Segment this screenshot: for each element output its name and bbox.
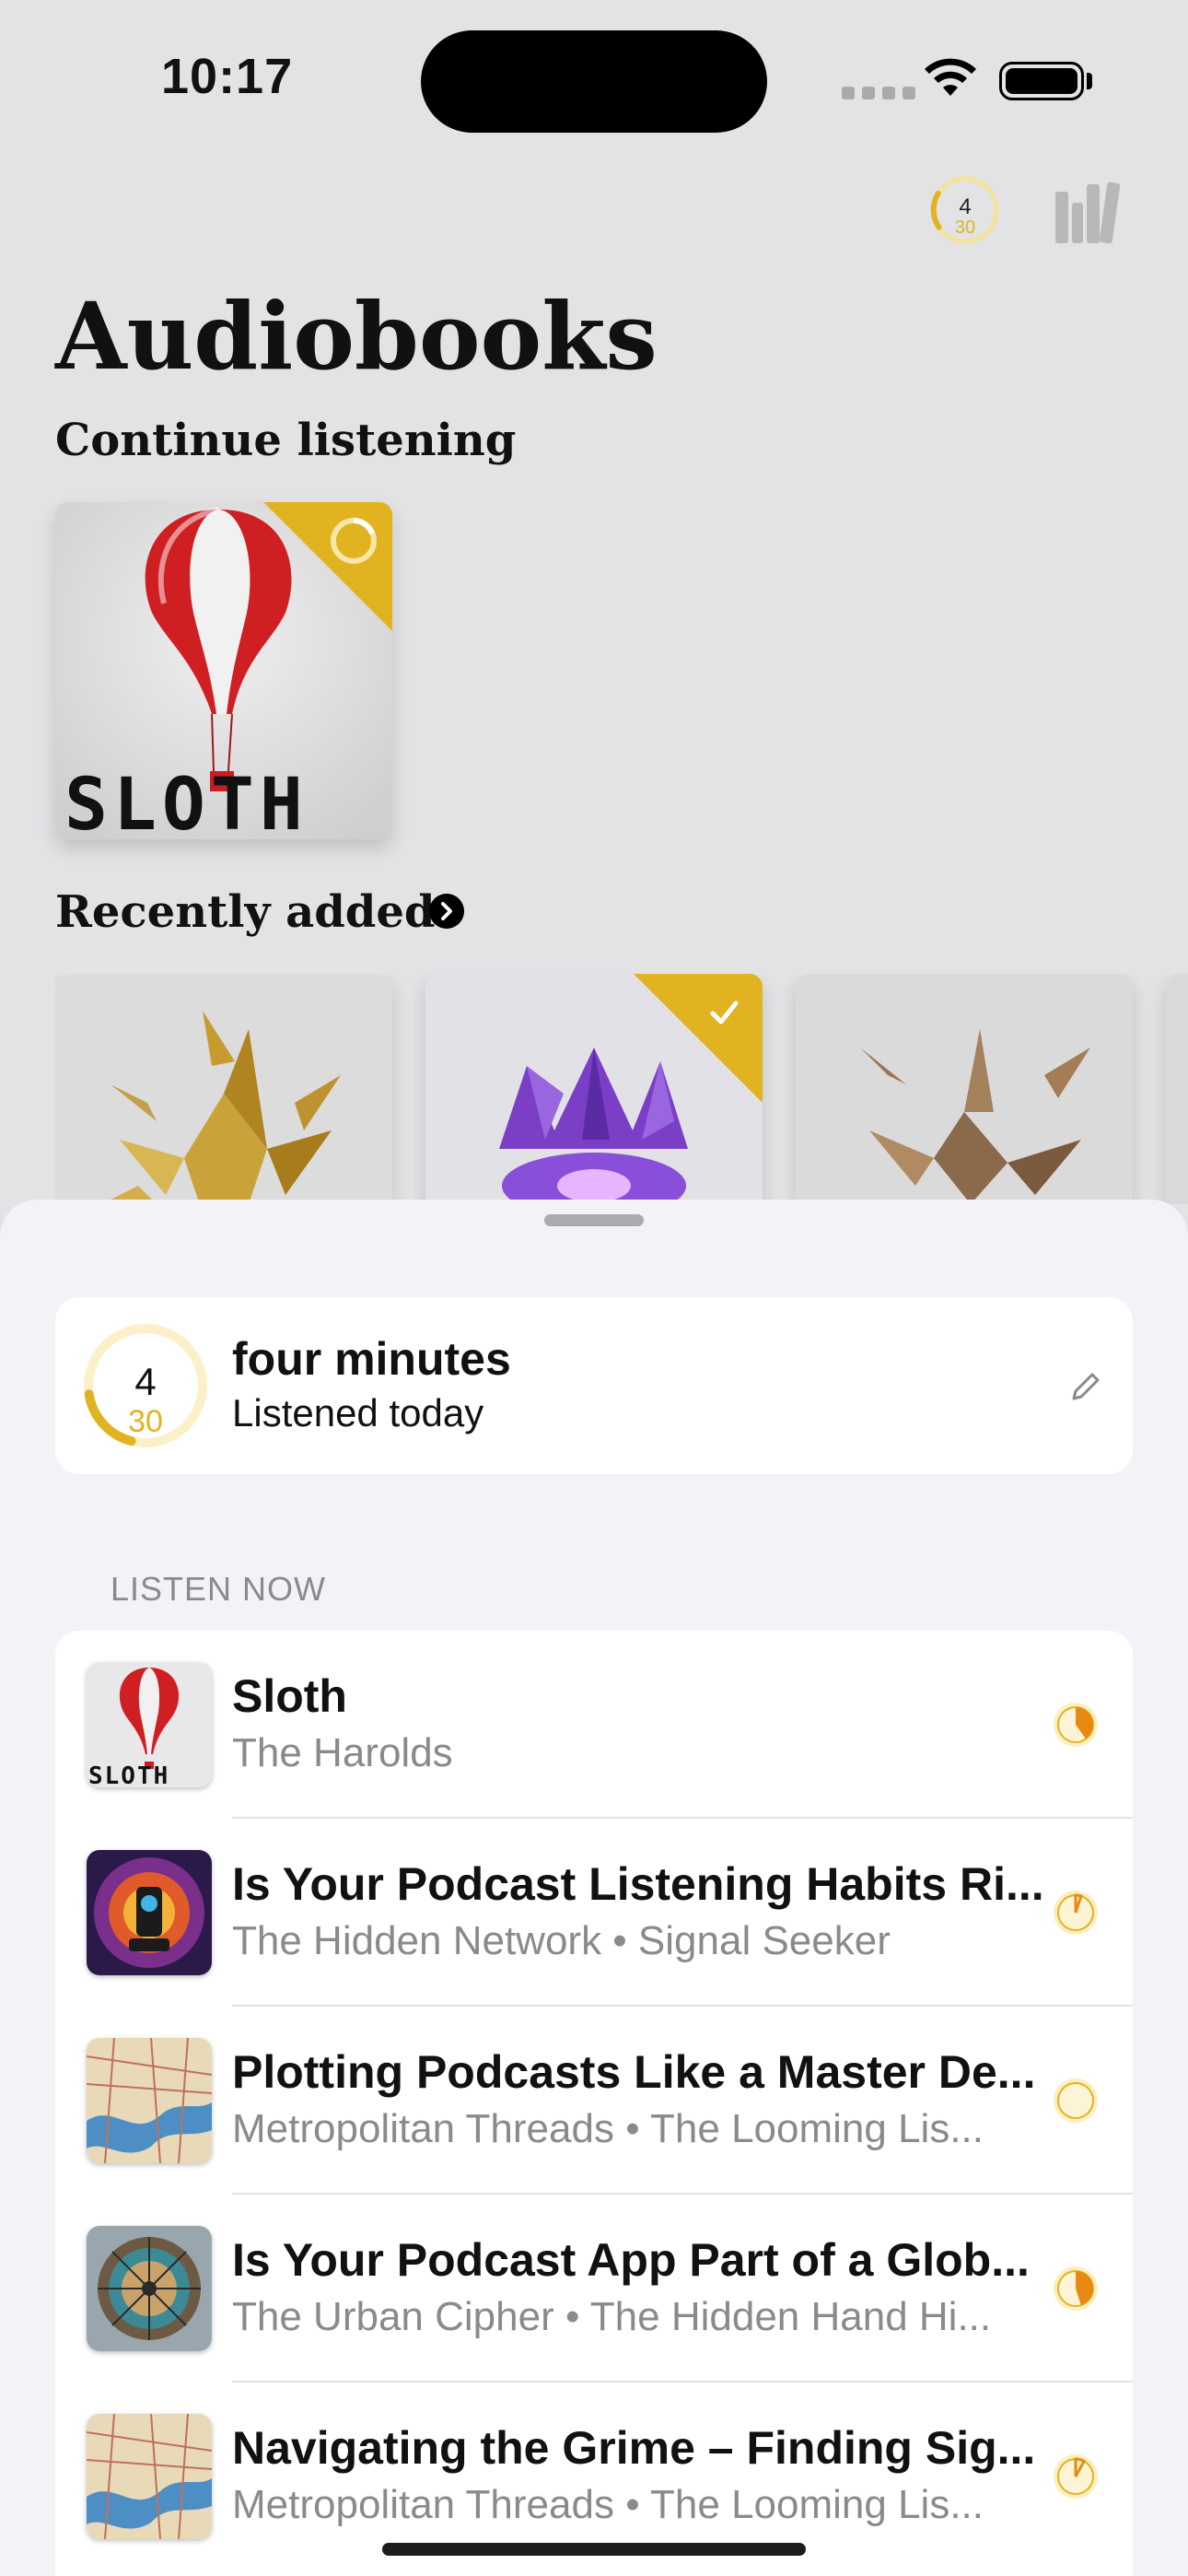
recently-added-heading[interactable]: Recently added	[55, 886, 435, 938]
episode-artwork: SLOTH	[87, 1662, 212, 1787]
episode-artwork	[87, 2226, 212, 2351]
continue-book-cover[interactable]: SLOTH	[55, 502, 392, 839]
episode-title: Is Your Podcast App Part of a Glob...	[232, 2234, 1030, 2286]
continue-listening-heading: Continue listening	[55, 415, 517, 466]
sheet-grabber[interactable]	[544, 1214, 644, 1226]
progress-ring-icon	[331, 518, 377, 564]
episode-artwork	[87, 2414, 212, 2539]
episode-artwork	[87, 1850, 212, 1975]
recent-book-cover[interactable]	[425, 974, 763, 1204]
goal-target-count: 30	[954, 217, 976, 238]
listening-sheet[interactable]: 4 30 four minutes Listened today LISTEN …	[0, 1200, 1188, 2576]
recently-added-row[interactable]	[55, 974, 1188, 1204]
daily-goal-ring: 4 30	[79, 1319, 212, 1452]
ring-current: 4	[134, 1360, 157, 1403]
ring-goal: 30	[128, 1404, 163, 1439]
gold-shatter-artwork	[55, 974, 392, 1204]
svg-text:SLOTH: SLOTH	[88, 1762, 169, 1787]
listened-today-card[interactable]: 4 30 four minutes Listened today	[55, 1297, 1133, 1474]
episode-subtitle: The Urban Cipher • The Hidden Hand Hi...	[232, 2294, 992, 2339]
listened-duration: four minutes	[232, 1333, 511, 1385]
daily-goal-button[interactable]: 4 30	[929, 174, 1001, 246]
dynamic-island	[421, 30, 767, 133]
listen-now-header: LISTEN NOW	[111, 1570, 327, 1608]
recent-book-cover[interactable]	[1166, 974, 1188, 1204]
list-item[interactable]: Is Your Podcast App Part of a Glob... Th…	[55, 2195, 1133, 2383]
home-indicator[interactable]	[382, 2543, 806, 2556]
cellular-signal-icon	[842, 87, 923, 104]
episode-title: Is Your Podcast Listening Habits Ri...	[232, 1858, 1044, 1910]
episode-title: Plotting Podcasts Like a Master De...	[232, 2046, 1036, 2098]
recent-book-cover[interactable]	[55, 974, 392, 1204]
list-item[interactable]: Is Your Podcast Listening Habits Ri... T…	[55, 1819, 1133, 2007]
episode-subtitle: The Hidden Network • Signal Seeker	[232, 1918, 891, 1963]
episode-subtitle: Metropolitan Threads • The Looming Lis..…	[232, 2482, 984, 2527]
status-bar: 10:17	[0, 0, 1188, 157]
checkmark-icon	[710, 1001, 739, 1025]
episode-title: Sloth	[232, 1670, 347, 1722]
edit-pencil-icon[interactable]	[1066, 1369, 1103, 1406]
list-item[interactable]: SLOTH Sloth The Harolds	[55, 1631, 1133, 1819]
episode-artwork	[87, 2038, 212, 2163]
episode-subtitle: The Harolds	[232, 1730, 453, 1775]
battery-icon	[999, 62, 1084, 100]
bronze-shatter-artwork	[796, 974, 1133, 1204]
progress-pie-icon	[1054, 2078, 1098, 2123]
goal-listened-count: 4	[959, 194, 972, 219]
listen-now-list: SLOTH Sloth The Harolds Is Your Podcast …	[55, 1631, 1133, 2576]
progress-pie-icon	[1054, 2266, 1098, 2311]
chevron-right-icon[interactable]	[429, 894, 464, 929]
progress-pie-icon	[1054, 1891, 1098, 1935]
progress-pie-icon	[1054, 1703, 1098, 1747]
listened-label: Listened today	[232, 1391, 484, 1434]
status-time: 10:17	[161, 49, 294, 104]
wifi-icon	[925, 58, 976, 96]
progress-pie-icon	[1054, 2454, 1098, 2499]
episode-title: Navigating the Grime – Finding Sig...	[232, 2422, 1036, 2474]
list-item[interactable]: Plotting Podcasts Like a Master De... Me…	[55, 2007, 1133, 2195]
sloth-text-art: SLOTH	[64, 764, 309, 839]
library-icon[interactable]	[1052, 175, 1125, 249]
episode-subtitle: Metropolitan Threads • The Looming Lis..…	[232, 2106, 984, 2151]
svg-text:SLOTH: SLOTH	[64, 764, 309, 839]
page-title: Audiobooks	[55, 282, 658, 391]
recent-book-cover[interactable]	[796, 974, 1133, 1204]
